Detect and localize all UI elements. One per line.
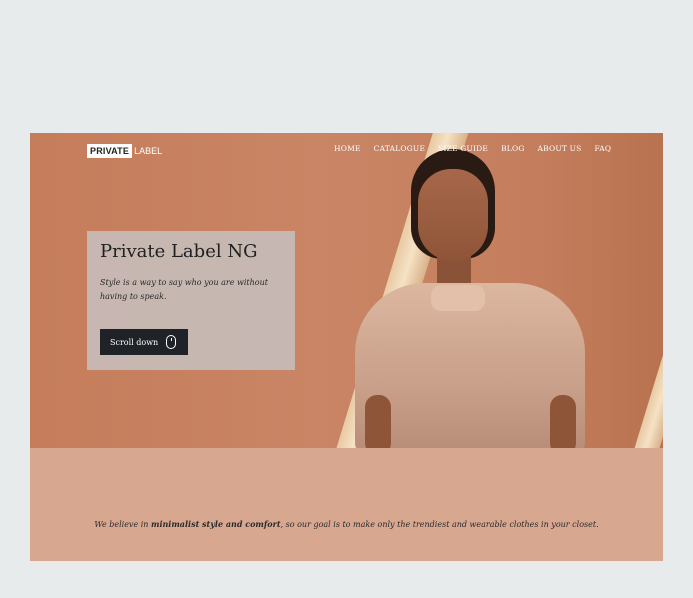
hero-section: PRIVATE LABEL HOME CATALOGUE SIZE GUIDE … xyxy=(30,133,663,448)
nav-faq[interactable]: FAQ xyxy=(595,144,612,153)
model-photo xyxy=(325,143,595,448)
nav-blog[interactable]: BLOG xyxy=(501,144,524,153)
nav-about-us[interactable]: ABOUT US xyxy=(538,144,582,153)
nav-home[interactable]: HOME xyxy=(334,144,361,153)
website: PRIVATE LABEL HOME CATALOGUE SIZE GUIDE … xyxy=(30,133,663,561)
wooden-plank-decoration xyxy=(608,283,663,448)
about-text-end: , so our goal is to make only the trendi… xyxy=(280,520,599,529)
mouse-icon xyxy=(166,335,177,349)
nav-catalogue[interactable]: CATALOGUE xyxy=(374,144,425,153)
about-text-start: We believe in xyxy=(94,520,151,529)
logo-label: LABEL xyxy=(134,146,163,156)
hero-card: Private Label NG Style is a way to say w… xyxy=(87,231,295,370)
about-text-bold: minimalist style and comfort xyxy=(150,519,281,529)
scroll-down-label: Scroll down xyxy=(110,337,159,347)
site-logo[interactable]: PRIVATE LABEL xyxy=(87,143,164,159)
scroll-down-button[interactable]: Scroll down xyxy=(100,329,188,355)
about-text: We believe in minimalist style and comfo… xyxy=(30,516,663,533)
model-arm xyxy=(550,395,576,448)
model-face xyxy=(418,169,488,261)
model-collar xyxy=(431,285,485,311)
top-navigation-bar: PRIVATE LABEL HOME CATALOGUE SIZE GUIDE … xyxy=(30,133,663,168)
logo-private: PRIVATE xyxy=(87,144,133,158)
nav-size-guide[interactable]: SIZE GUIDE xyxy=(438,144,488,153)
model-arm xyxy=(365,395,391,448)
hero-title: Private Label NG xyxy=(100,241,258,262)
hero-tagline: Style is a way to say who you are withou… xyxy=(100,278,268,301)
main-nav: HOME CATALOGUE SIZE GUIDE BLOG ABOUT US … xyxy=(334,144,611,153)
about-section: We believe in minimalist style and comfo… xyxy=(30,448,663,561)
